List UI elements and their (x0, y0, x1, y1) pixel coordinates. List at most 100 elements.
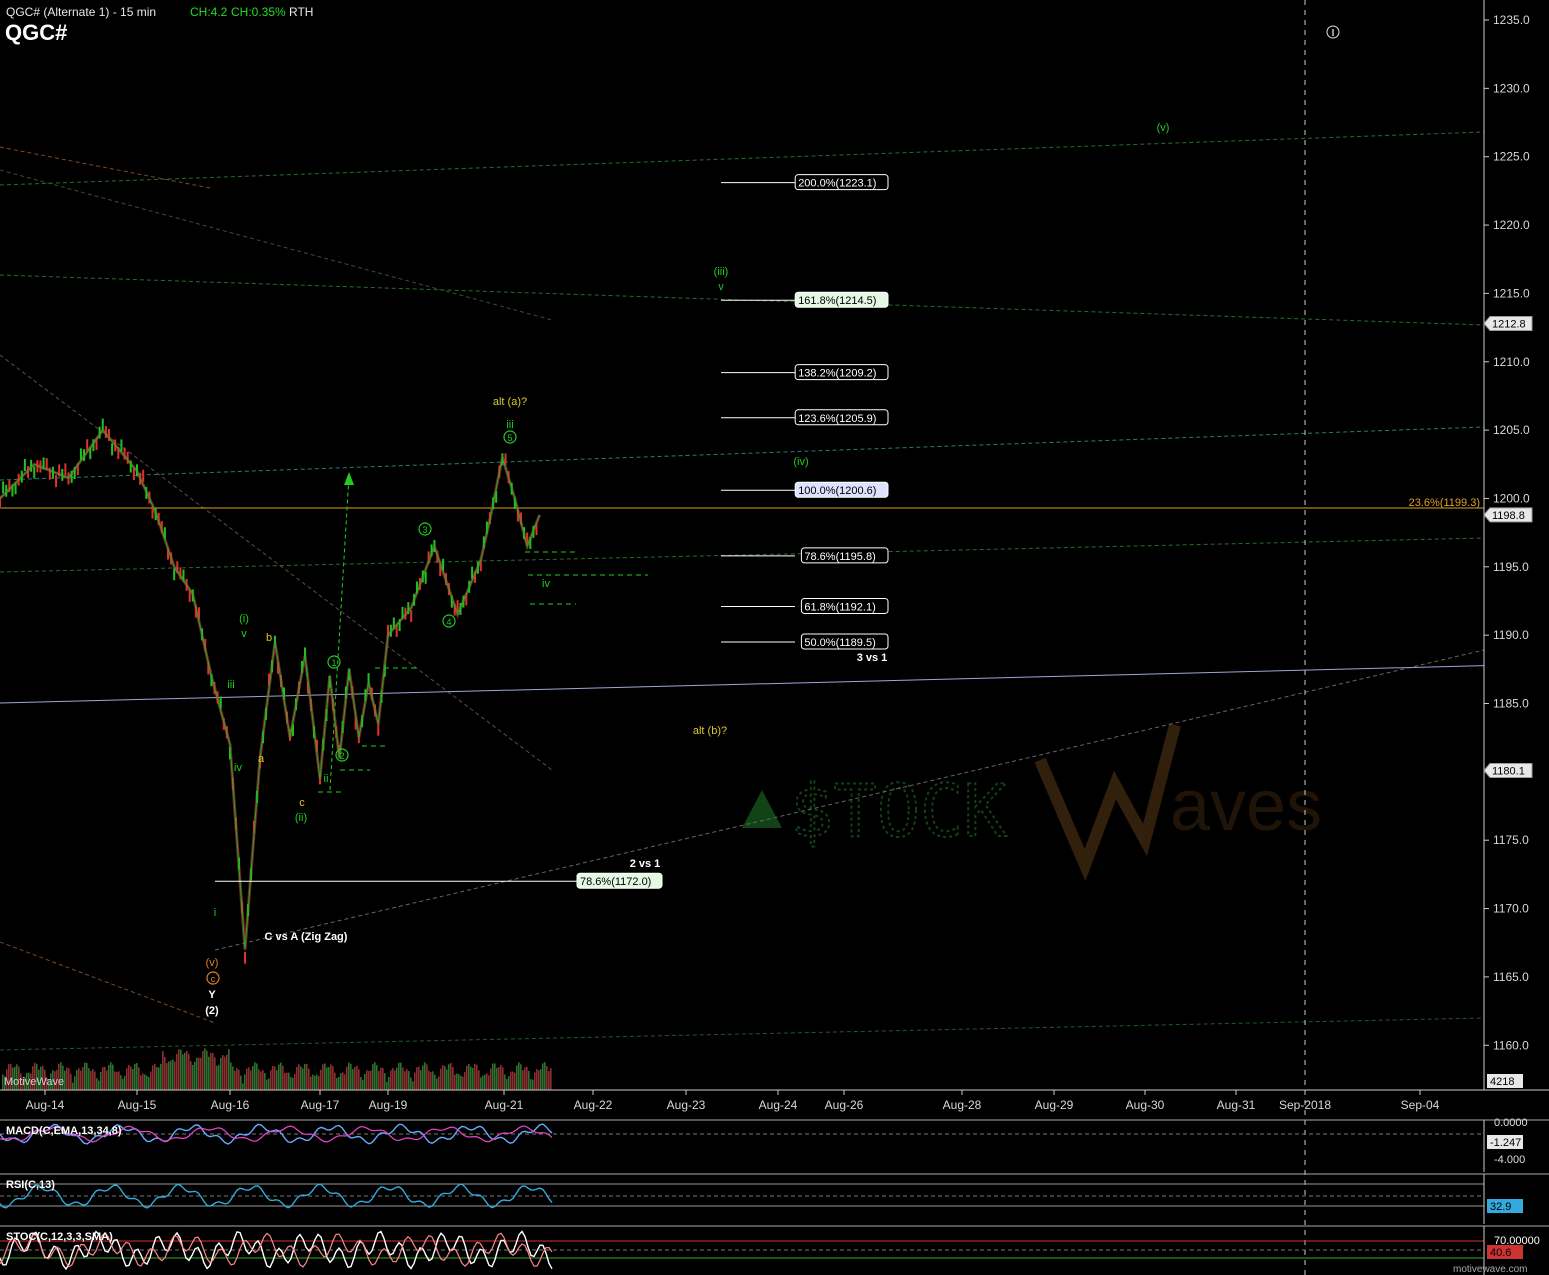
volume-bar (278, 1064, 280, 1090)
volume-bar (542, 1063, 544, 1090)
wave-label: iii (506, 419, 513, 431)
fib-23-label: 23.6%(1199.3) (1409, 497, 1480, 509)
volume-bar (404, 1071, 406, 1090)
volume-bar (240, 1075, 242, 1090)
y-tick-label: 1170.0 (1493, 902, 1529, 916)
volume-bar (400, 1062, 402, 1090)
wave-label: ii (324, 773, 329, 785)
svg-text:1180.1: 1180.1 (1492, 765, 1525, 777)
volume-bar (530, 1079, 532, 1090)
volume-bar (424, 1062, 426, 1090)
volume-bar (520, 1064, 522, 1090)
volume-bar (524, 1067, 526, 1090)
volume-bar (448, 1064, 450, 1090)
volume-bar (230, 1062, 232, 1090)
svg-text:(ii): (ii) (295, 812, 307, 824)
volume-bar (314, 1075, 316, 1090)
volume-bar (64, 1070, 66, 1090)
volume-bar (502, 1067, 504, 1090)
volume-bar (170, 1060, 172, 1090)
svg-text:4: 4 (446, 617, 451, 627)
x-tick-label: Aug-15 (118, 1098, 157, 1112)
volume-bar (92, 1069, 94, 1090)
volume-bar (68, 1068, 70, 1090)
volume-bar (394, 1070, 396, 1090)
volume-bar (438, 1076, 440, 1090)
volume-bar (472, 1067, 474, 1090)
volume-bar (326, 1067, 328, 1090)
wave-label: iv (234, 762, 242, 774)
volume-bar (118, 1071, 120, 1090)
volume-bar (452, 1066, 454, 1090)
volume-bar (242, 1083, 244, 1090)
x-tick-label: Aug-28 (943, 1098, 982, 1112)
volume-bar (306, 1063, 308, 1090)
volume-bar (320, 1069, 322, 1090)
y-tick-label: 1215.0 (1493, 286, 1530, 300)
volume-bar (192, 1064, 194, 1090)
volume-bar (532, 1079, 534, 1090)
svg-text:b: b (266, 632, 272, 644)
watermark-left-text: $TOCK (790, 769, 1007, 853)
volume-bar (132, 1068, 134, 1090)
wave-label: b (266, 632, 272, 644)
x-tick-label: Aug-16 (211, 1098, 250, 1112)
svg-text:i: i (214, 907, 216, 919)
volume-bar (386, 1081, 388, 1090)
volume-bar (420, 1070, 422, 1090)
volume-bar (124, 1075, 126, 1090)
volume-bar (418, 1066, 420, 1090)
volume-bar (194, 1061, 196, 1090)
volume-bar (396, 1067, 398, 1090)
y-tick-label: 1185.0 (1493, 697, 1529, 711)
volume-bar (136, 1063, 138, 1090)
volume-bar (538, 1070, 540, 1090)
volume-bar (212, 1052, 214, 1090)
volume-bar (110, 1062, 112, 1090)
volume-bar (88, 1068, 90, 1090)
x-tick-label: Sep-04 (1401, 1098, 1440, 1112)
volume-bar (422, 1065, 424, 1090)
x-tick-label: Aug-31 (1217, 1098, 1256, 1112)
y-tick-label: 1160.0 (1493, 1038, 1529, 1052)
wave-label: (ii) (295, 812, 307, 824)
volume-bar (376, 1065, 378, 1090)
volume-bar (94, 1071, 96, 1090)
change-percent: CH:0.35% (231, 5, 286, 19)
indicator-value: 32.9 (1490, 1201, 1511, 1213)
volume-bar (490, 1068, 492, 1090)
indicator-title: RSI(C,13) (6, 1179, 55, 1191)
volume-bar (310, 1076, 312, 1090)
volume-bar (432, 1071, 434, 1090)
volume-bar (144, 1074, 146, 1090)
volume-bar (172, 1059, 174, 1090)
svg-text:v: v (718, 281, 724, 293)
volume-bar (512, 1071, 514, 1090)
volume-bar (476, 1064, 478, 1090)
volume-bar (164, 1056, 166, 1090)
volume-bar (130, 1066, 132, 1090)
volume-bar (436, 1078, 438, 1090)
volume-bar (78, 1068, 80, 1090)
volume-bar (204, 1048, 206, 1090)
x-tick-label: Aug-14 (26, 1098, 65, 1112)
volume-bar (494, 1063, 496, 1090)
volume-bar (228, 1049, 230, 1090)
volume-bar (416, 1067, 418, 1090)
y-tick-label: 1210.0 (1493, 355, 1530, 369)
volume-bar (388, 1076, 390, 1090)
volume-bar (66, 1067, 68, 1090)
volume-bar (120, 1075, 122, 1090)
volume-bar (446, 1069, 448, 1090)
volume-bar (202, 1051, 204, 1090)
volume-bar (296, 1066, 298, 1090)
volume-bar (248, 1067, 250, 1090)
svg-text:78.6%(1172.0): 78.6%(1172.0) (580, 876, 651, 888)
volume-bar (168, 1061, 170, 1090)
indicator-tick-label: 0.0000 (1494, 1117, 1528, 1129)
volume-bar (298, 1064, 300, 1090)
volume-bar (268, 1078, 270, 1090)
chart-canvas[interactable]: $TOCK aves 23.6%(1199.3) 200.0%(1223.1) 1… (0, 0, 1549, 1275)
volume-bar (548, 1071, 550, 1090)
svg-text:4218: 4218 (1490, 1076, 1514, 1088)
